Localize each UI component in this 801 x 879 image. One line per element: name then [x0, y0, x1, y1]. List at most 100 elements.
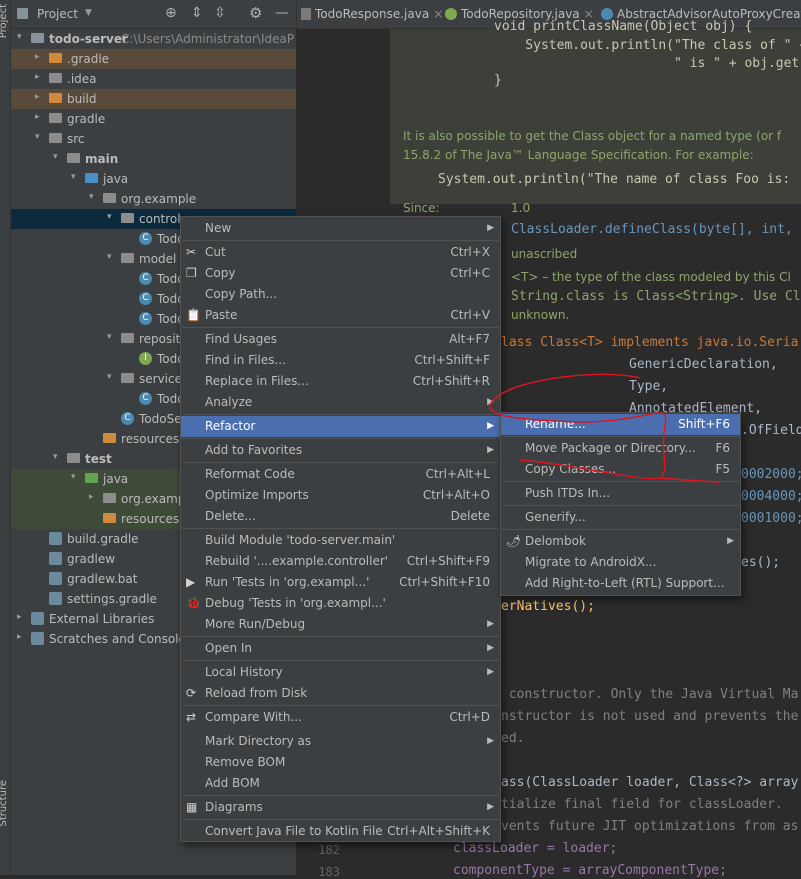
tree-item-label: model — [139, 252, 177, 266]
doc-since-value: 1.0 — [511, 201, 531, 215]
menu-item[interactable]: Analyze ▶ — [181, 392, 500, 413]
tool-window-strip: Project Structure — [0, 0, 11, 875]
menu-item[interactable]: Build Module 'todo-server.main' — [181, 530, 500, 551]
menu-item-label: Analyze — [205, 395, 253, 409]
menu-item[interactable]: 🐞 Debug 'Tests in 'org.exampl...' — [181, 593, 500, 614]
tree-item-label: gradle — [67, 112, 106, 126]
menu-item[interactable]: ✂ Cut Ctrl+X — [181, 242, 500, 263]
menu-item[interactable]: Add BOM — [181, 773, 500, 794]
menu-item[interactable]: ▶ Run 'Tests in 'org.exampl...' Ctrl+Shift… — [181, 572, 500, 593]
code-line: nstructor is not used and prevents the — [501, 709, 799, 724]
tree-item[interactable]: ▸ .gradle — [11, 49, 296, 69]
tree-item[interactable]: ▸ gradle — [11, 109, 296, 129]
menu-item[interactable]: Find in Files... Ctrl+Shift+F — [181, 350, 500, 371]
chevron-down-icon[interactable]: ▼ — [85, 8, 92, 18]
chevron-down-icon[interactable]: ▾ — [71, 172, 81, 182]
menu-item[interactable]: Mark Directory as ▶ — [181, 731, 500, 752]
menu-item[interactable]: More Run/Debug ▶ — [181, 614, 500, 635]
project-tool-label[interactable]: Project — [0, 4, 9, 38]
menu-item-label: Refactor — [205, 419, 256, 433]
menu-item-icon: ▦ — [186, 800, 198, 814]
chevron-down-icon[interactable]: ▾ — [107, 332, 117, 342]
folder-icon — [49, 113, 62, 123]
project-view-selector[interactable]: Project — [37, 7, 78, 21]
doc-code-line: } — [494, 73, 502, 88]
menu-item[interactable]: Replace in Files... Ctrl+Shift+R — [181, 371, 500, 392]
menu-separator — [182, 795, 499, 796]
annotation-stroke — [489, 373, 721, 483]
menu-item[interactable]: ❐ Copy Ctrl+C — [181, 263, 500, 284]
submenu-arrow-icon: ▶ — [487, 667, 494, 677]
gear-icon[interactable]: ⚙ — [249, 4, 262, 22]
code-line: componentType = arrayComponentType; — [453, 863, 727, 878]
chevron-down-icon[interactable]: ▾ — [53, 152, 63, 162]
menu-item[interactable]: Find Usages Alt+F7 — [181, 329, 500, 350]
chevron-down-icon[interactable]: ▾ — [107, 372, 117, 382]
menu-item[interactable]: Generify... — [501, 507, 740, 528]
menu-item[interactable]: New ▶ — [181, 218, 500, 239]
menu-item-label: Delombok — [525, 534, 586, 548]
tree-item[interactable]: ▾ src — [11, 129, 296, 149]
menu-item[interactable]: Open In ▶ — [181, 638, 500, 659]
chevron-right-icon[interactable]: ▸ — [35, 92, 45, 102]
chevron-down-icon[interactable]: ▾ — [17, 32, 27, 42]
menu-item[interactable]: Remove BOM — [181, 752, 500, 773]
code-line: ed. — [501, 731, 525, 746]
tree-item[interactable]: ▾ todo-server C:\Users\Administrator\IdeaP — [11, 29, 296, 49]
chevron-right-icon[interactable]: ▸ — [17, 612, 27, 622]
chevron-down-icon[interactable]: ▾ — [35, 132, 45, 142]
chevron-down-icon[interactable]: ▾ — [107, 252, 117, 262]
chevron-down-icon[interactable]: ▾ — [107, 212, 117, 222]
chevron-down-icon[interactable]: ▾ — [53, 452, 63, 462]
menu-item[interactable]: 📋 Paste Ctrl+V — [181, 305, 500, 326]
menu-item[interactable]: 🌶 Delombok ▶ — [501, 531, 740, 552]
menu-item-shortcut: Ctrl+X — [450, 245, 490, 259]
chevron-right-icon[interactable]: ▸ — [35, 72, 45, 82]
menu-item[interactable]: Add to Favorites ▶ — [181, 440, 500, 461]
menu-item[interactable]: ⟳ Reload from Disk — [181, 683, 500, 704]
menu-item-label: Cut — [205, 245, 226, 259]
menu-item[interactable]: Migrate to AndroidX... — [501, 552, 740, 573]
menu-item-label: Debug 'Tests in 'org.exampl...' — [205, 596, 386, 610]
menu-item[interactable]: Optimize Imports Ctrl+Alt+O — [181, 485, 500, 506]
tree-item[interactable]: ▾ org.example — [11, 189, 296, 209]
menu-item[interactable]: Local History ▶ — [181, 662, 500, 683]
tree-item[interactable]: ▾ java — [11, 169, 296, 189]
code-line: tialize final field for classLoader. — [501, 797, 783, 812]
menu-item-icon: 🌶 — [506, 534, 522, 548]
menu-item[interactable]: Delete... Delete — [181, 506, 500, 527]
locate-icon[interactable]: ⊕ — [165, 5, 177, 21]
file-icon — [49, 552, 62, 565]
chevron-right-icon[interactable]: ▸ — [35, 52, 45, 62]
tree-item[interactable]: ▾ main — [11, 149, 296, 169]
tab-todo-response[interactable]: TodoResponse.java × — [301, 0, 443, 29]
chevron-right-icon[interactable]: ▸ — [35, 112, 45, 122]
class-icon: C — [139, 292, 152, 305]
chevron-down-icon[interactable]: ▾ — [71, 472, 81, 482]
menu-item-shortcut: Ctrl+C — [450, 266, 490, 280]
collapse-all-icon[interactable]: ⇳ — [214, 5, 226, 21]
expand-all-icon[interactable]: ⇕ — [191, 5, 203, 21]
class-icon: C — [139, 392, 152, 405]
tree-item[interactable]: ▸ .idea — [11, 69, 296, 89]
menu-item[interactable]: Add Right-to-Left (RTL) Support... — [501, 573, 740, 594]
chevron-right-icon[interactable]: ▸ — [89, 492, 99, 502]
close-icon[interactable]: × — [433, 7, 443, 21]
menu-item[interactable]: Rebuild '....example.controller' Ctrl+Shi… — [181, 551, 500, 572]
menu-item[interactable]: Refactor ▶ — [181, 416, 500, 437]
tree-item-label: resources — [121, 512, 180, 526]
submenu-arrow-icon: ▶ — [487, 223, 494, 233]
hide-icon[interactable]: — — [275, 5, 289, 21]
menu-item[interactable]: Reformat Code Ctrl+Alt+L — [181, 464, 500, 485]
menu-item-shortcut: Ctrl+Shift+F9 — [406, 554, 490, 568]
chevron-right-icon[interactable]: ▸ — [17, 632, 27, 642]
menu-item[interactable]: ⇄ Compare With... Ctrl+D — [181, 707, 500, 728]
chevron-down-icon[interactable]: ▾ — [89, 192, 99, 202]
menu-item-label: New — [205, 221, 232, 235]
structure-tool-label[interactable]: Structure — [0, 780, 9, 827]
menu-item-label: Mark Directory as — [205, 734, 312, 748]
tree-item[interactable]: ▸ build — [11, 89, 296, 109]
menu-item[interactable]: Copy Path... — [181, 284, 500, 305]
menu-item[interactable]: Convert Java File to Kotlin File Ctrl+Alt… — [181, 821, 500, 842]
menu-item[interactable]: ▦ Diagrams ▶ — [181, 797, 500, 818]
